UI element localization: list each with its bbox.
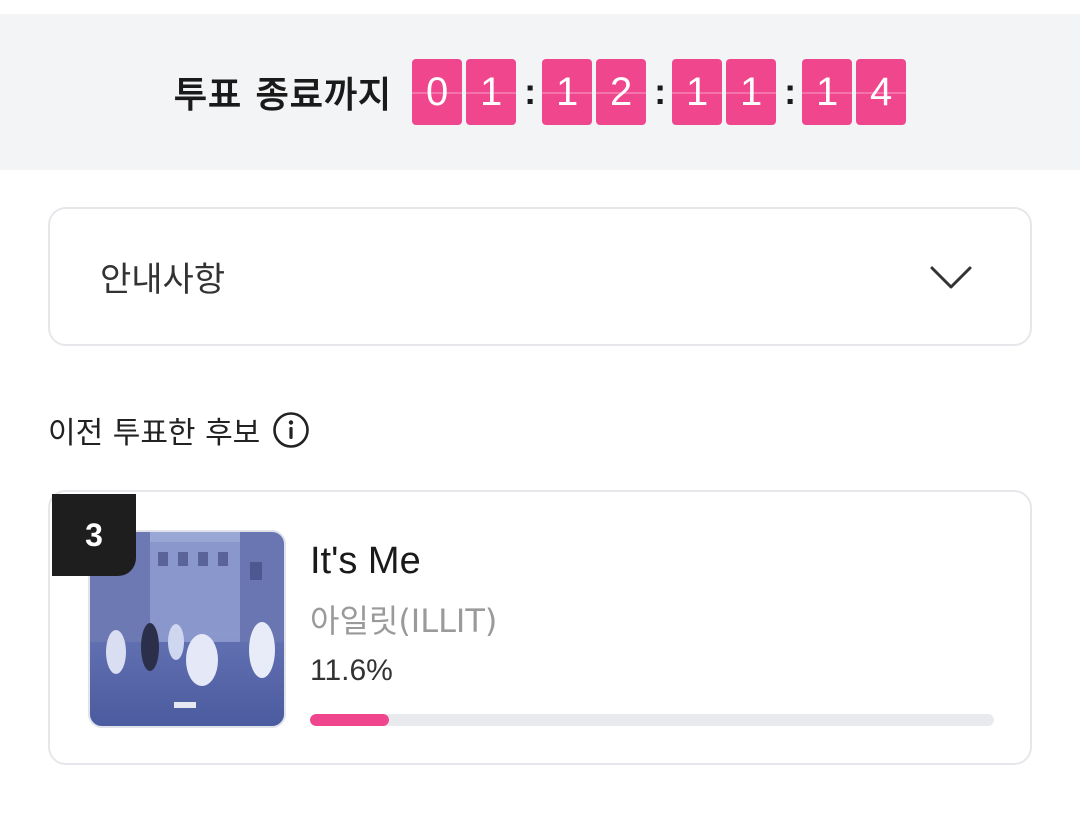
song-title: It's Me xyxy=(310,540,421,582)
countdown-separator: : xyxy=(524,71,537,112)
countdown-digit: 1 xyxy=(542,59,593,125)
countdown-digit: 2 xyxy=(596,59,647,125)
info-icon[interactable] xyxy=(272,411,310,449)
vote-countdown-bar: 투표 종료까지 0 1 : 1 2 : 1 1 : 1 4 xyxy=(0,14,1080,170)
top-spacer xyxy=(0,0,1080,14)
notice-accordion[interactable]: 안내사항 xyxy=(48,207,1032,346)
countdown-digit: 1 xyxy=(726,59,777,125)
countdown-digit: 4 xyxy=(856,59,907,125)
vote-percentage: 11.6% xyxy=(310,654,393,687)
countdown-digit: 0 xyxy=(412,59,463,125)
artist-name: 아일릿(ILLIT) xyxy=(310,602,498,640)
vote-progress-fill xyxy=(310,714,390,726)
vote-progress-bar xyxy=(310,714,994,726)
countdown-digit: 1 xyxy=(672,59,723,125)
chevron-down-icon xyxy=(930,266,972,288)
rank-badge: 3 xyxy=(52,494,136,576)
candidate-card[interactable]: 3 It's Me 아일릿(ILLIT) 11.6% xyxy=(48,490,1032,765)
countdown-label: 투표 종료까지 xyxy=(173,75,393,116)
notice-label: 안내사항 xyxy=(100,260,226,300)
countdown-timer: 0 1 : 1 2 : 1 1 : 1 4 xyxy=(412,59,907,125)
countdown-digit: 1 xyxy=(802,59,853,125)
countdown-separator: : xyxy=(784,71,797,112)
previous-votes-title: 이전 투표한 후보 xyxy=(48,416,261,451)
countdown-separator: : xyxy=(654,71,667,112)
previous-votes-heading: 이전 투표한 후보 xyxy=(48,408,310,452)
countdown-digit: 1 xyxy=(466,59,517,125)
